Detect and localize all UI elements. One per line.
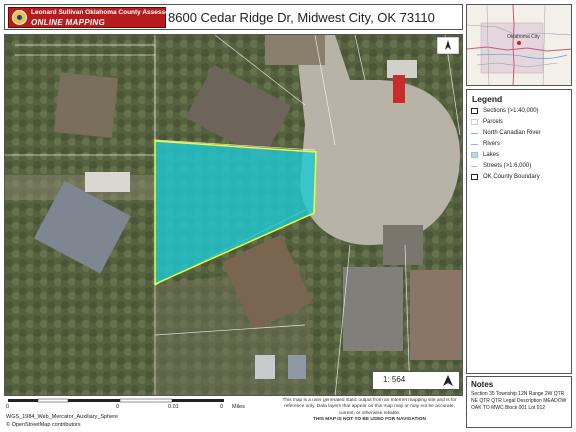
legend-label: Parcels: [483, 119, 504, 125]
overview-place-label: Oklahoma City: [507, 34, 540, 40]
legend-title: Legend: [472, 94, 503, 104]
legend-label: Lakes: [483, 152, 500, 158]
scale-bar: 0 0 0.01 0 Miles: [4, 397, 269, 411]
county-seal-icon: [12, 10, 27, 25]
rivers-line-icon: [471, 143, 478, 145]
scale-bar-label: 0: [220, 404, 224, 410]
legend-panel: Legend Sections (>1:40,000) Parcels Nort…: [466, 89, 572, 374]
org-name: Leonard Sullivan Oklahoma County Assesso…: [31, 9, 172, 16]
legend-label: Rivers: [483, 141, 501, 147]
osm-attribution[interactable]: © OpenStreetMap contributors: [6, 422, 81, 428]
navigation-warning: THIS MAP IS NOT TO BE USED FOR NAVIGATIO…: [313, 416, 426, 422]
sections-box-icon: [471, 108, 478, 114]
scale-bar-label: 0.01: [168, 404, 179, 410]
river-line-icon: [471, 132, 478, 134]
legend-item-sections: Sections (>1:40,000): [471, 108, 539, 114]
map-scale-badge: 1: 564: [372, 371, 460, 390]
legend-item-lakes: Lakes: [471, 152, 499, 158]
assessor-logo[interactable]: Leonard Sullivan Oklahoma County Assesso…: [8, 7, 172, 28]
legend-label: Sections (>1:40,000): [483, 108, 539, 114]
overview-map[interactable]: Oklahoma City: [466, 4, 572, 86]
legend-item-county-boundary: OK County Boundary: [471, 174, 540, 180]
map-scale: 1: 564: [383, 375, 406, 384]
scale-bar-label: 0: [116, 404, 120, 410]
aerial-map[interactable]: 1: 564: [4, 34, 463, 396]
parcels-box-icon: [471, 119, 478, 125]
legend-label: Streets (>1:6,000): [483, 163, 532, 169]
scale-bar-units: Miles: [232, 404, 245, 410]
county-box-icon: [471, 174, 478, 180]
map-header: Leonard Sullivan Oklahoma County Assesso…: [4, 4, 463, 30]
legend-item-north-canadian-river: North Canadian River: [471, 130, 541, 136]
overview-map-graphic: Oklahoma City: [467, 5, 571, 85]
notes-title: Notes: [471, 380, 494, 389]
disclaimer: This map is a user generated static outp…: [278, 398, 461, 423]
legend-label: North Canadian River: [483, 130, 541, 136]
streets-line-icon: [471, 165, 478, 167]
map-title: 8600 Cedar Ridge Dr, Midwest City, OK 73…: [168, 10, 435, 25]
legend-label: OK County Boundary: [483, 174, 540, 180]
notes-text: Section 35 Township 12N Range 2W QTR NE …: [471, 391, 567, 411]
org-subtitle: ONLINE MAPPING: [31, 18, 105, 27]
notes-panel: Notes Section 35 Township 12N Range 2W Q…: [466, 376, 572, 428]
coordinate-system: WGS_1984_Web_Mercator_Auxiliary_Sphere: [6, 414, 119, 420]
scale-bar-label: 0: [6, 404, 10, 410]
legend-item-streets: Streets (>1:6,000): [471, 163, 531, 169]
legend-item-rivers: Rivers: [471, 141, 500, 147]
lakes-box-icon: [471, 152, 478, 158]
legend-item-parcels: Parcels: [471, 119, 503, 125]
disclaimer-text: This map is a user generated static outp…: [282, 398, 457, 416]
north-arrow-icon: [436, 36, 460, 55]
scale-bar-graphic: [8, 398, 224, 403]
north-arrow-icon: [443, 375, 453, 386]
aerial-imagery: [5, 35, 462, 395]
